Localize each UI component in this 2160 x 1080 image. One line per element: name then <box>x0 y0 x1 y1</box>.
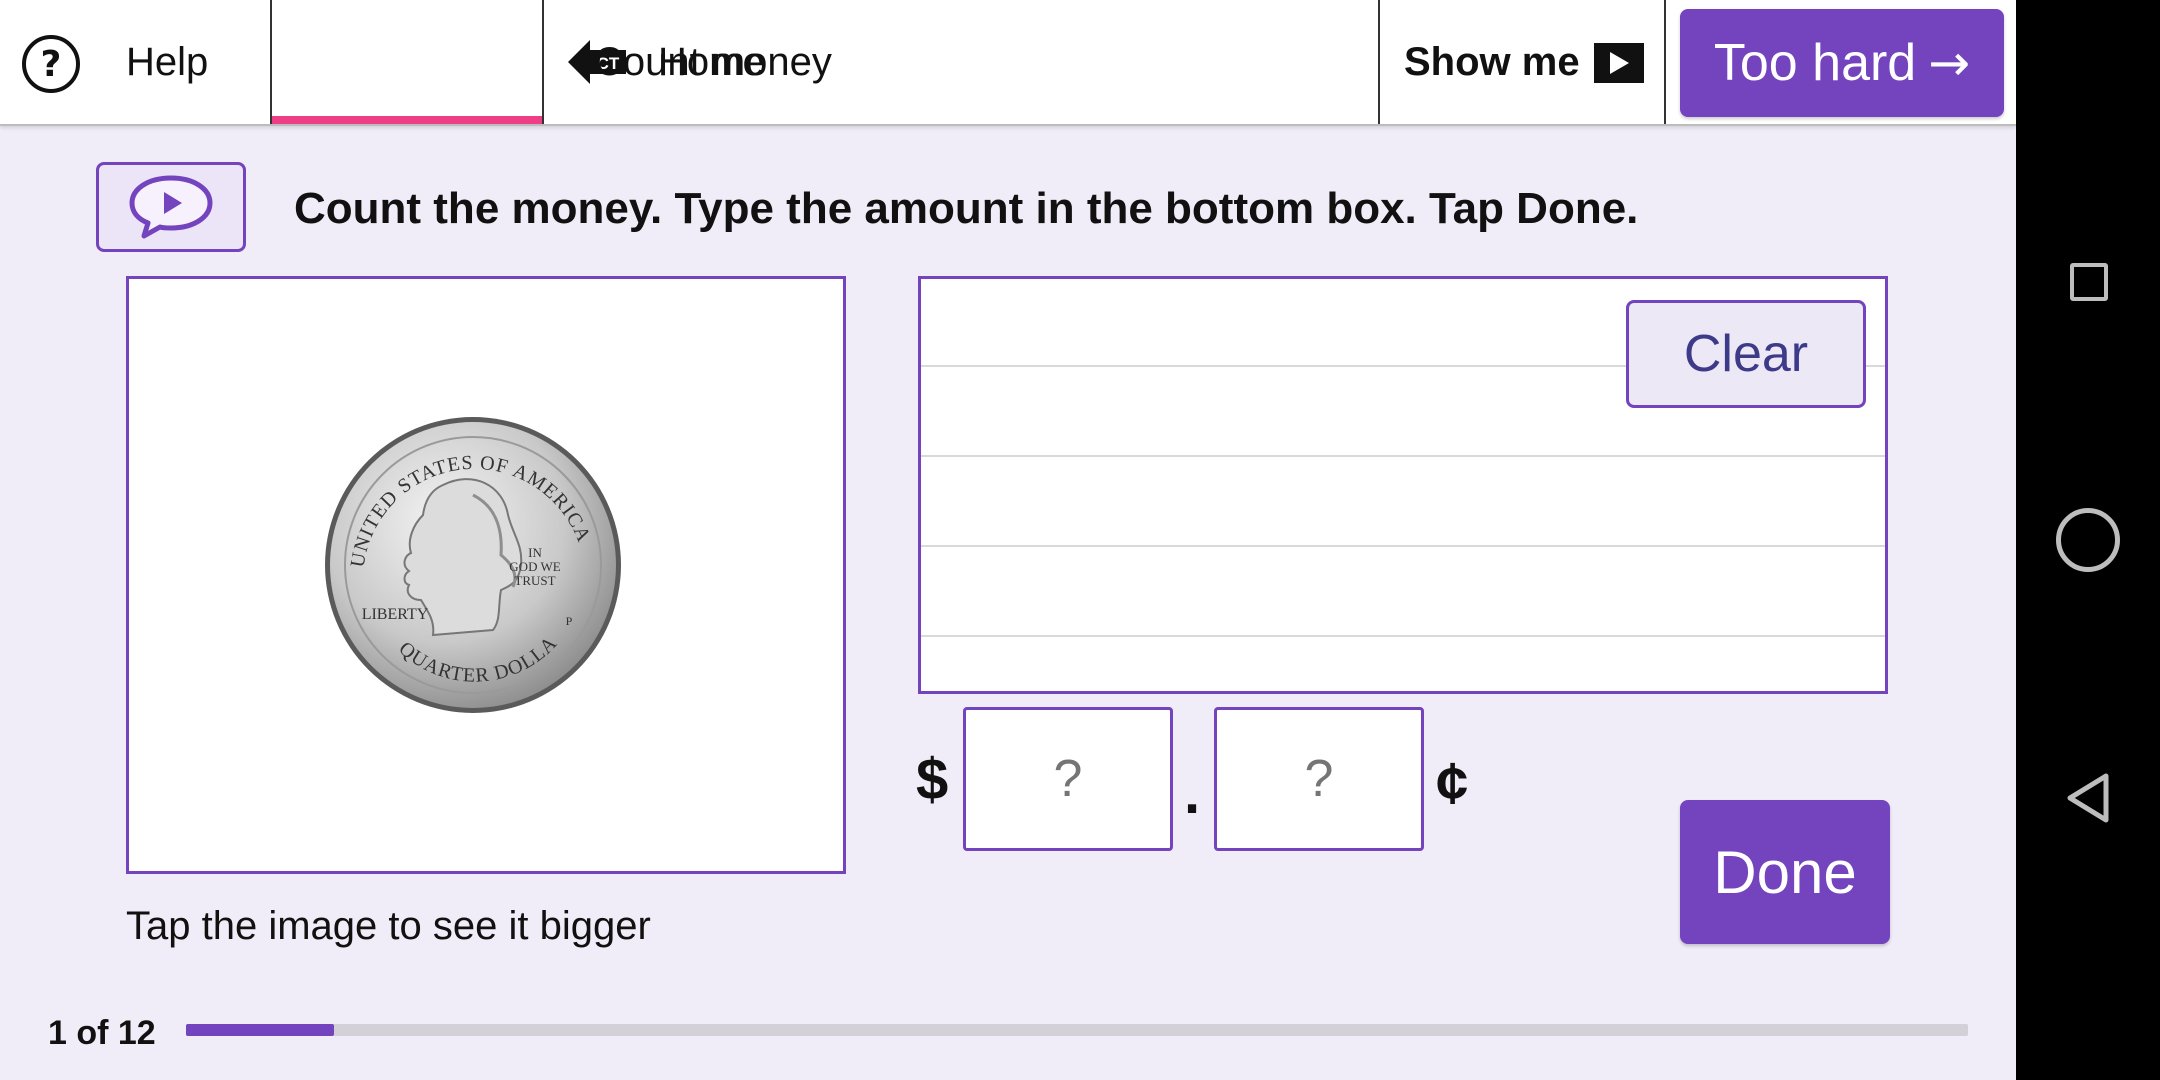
progress-label: 1 of 12 <box>48 1014 156 1052</box>
recents-icon[interactable] <box>2070 263 2108 301</box>
page-title: Count money <box>594 40 832 84</box>
progress-fill <box>186 1024 335 1036</box>
back-triangle-icon[interactable] <box>2064 772 2112 824</box>
divider <box>1664 0 1666 124</box>
home-button[interactable]: CT Home <box>272 0 765 124</box>
scratch-line <box>921 545 1885 547</box>
cents-input[interactable] <box>1214 707 1424 851</box>
arrow-right-icon: → <box>1928 34 1971 92</box>
instruction-text: Count the money. Type the amount in the … <box>294 184 1639 233</box>
coin-motto-1: IN <box>528 545 542 560</box>
cent-symbol: ¢ <box>1436 751 1469 816</box>
show-me-button[interactable]: Show me <box>1404 40 1644 85</box>
coin-liberty: LIBERTY <box>362 606 429 623</box>
divider <box>542 0 544 124</box>
home-circle-icon[interactable] <box>2056 508 2120 572</box>
coin-image-panel[interactable]: UNITED STATES OF AMERICA IN GOD WE TRUST… <box>126 276 846 874</box>
help-icon: ? <box>22 35 80 93</box>
coin-motto-2: GOD WE <box>509 559 560 574</box>
divider <box>1378 0 1380 124</box>
coin-mint-mark: P <box>566 614 573 628</box>
top-bar: ? Help CT Home Count money Show me Too h… <box>0 0 2016 126</box>
speech-bubble-play-icon <box>129 175 213 239</box>
show-me-label: Show me <box>1404 40 1580 84</box>
too-hard-label: Too hard <box>1713 34 1917 92</box>
read-aloud-button[interactable] <box>96 162 246 252</box>
play-icon <box>1593 42 1644 83</box>
coin-motto-3: TRUST <box>514 573 555 588</box>
clear-button[interactable]: Clear <box>1626 300 1866 408</box>
too-hard-button[interactable]: Too hard → <box>1680 9 2004 117</box>
progress-bar <box>186 1024 1968 1036</box>
decimal-point: . <box>1184 761 1201 826</box>
dollar-symbol: $ <box>916 747 949 812</box>
quarter-coin-image[interactable]: UNITED STATES OF AMERICA IN GOD WE TRUST… <box>323 415 623 715</box>
help-button[interactable]: ? Help <box>0 0 270 124</box>
image-caption: Tap the image to see it bigger <box>126 904 651 948</box>
help-label: Help <box>126 40 209 84</box>
done-button[interactable]: Done <box>1680 800 1890 944</box>
home-active-indicator <box>272 116 544 124</box>
scratch-line <box>921 635 1885 637</box>
scratch-line <box>921 455 1885 457</box>
dollars-input[interactable] <box>963 707 1173 851</box>
